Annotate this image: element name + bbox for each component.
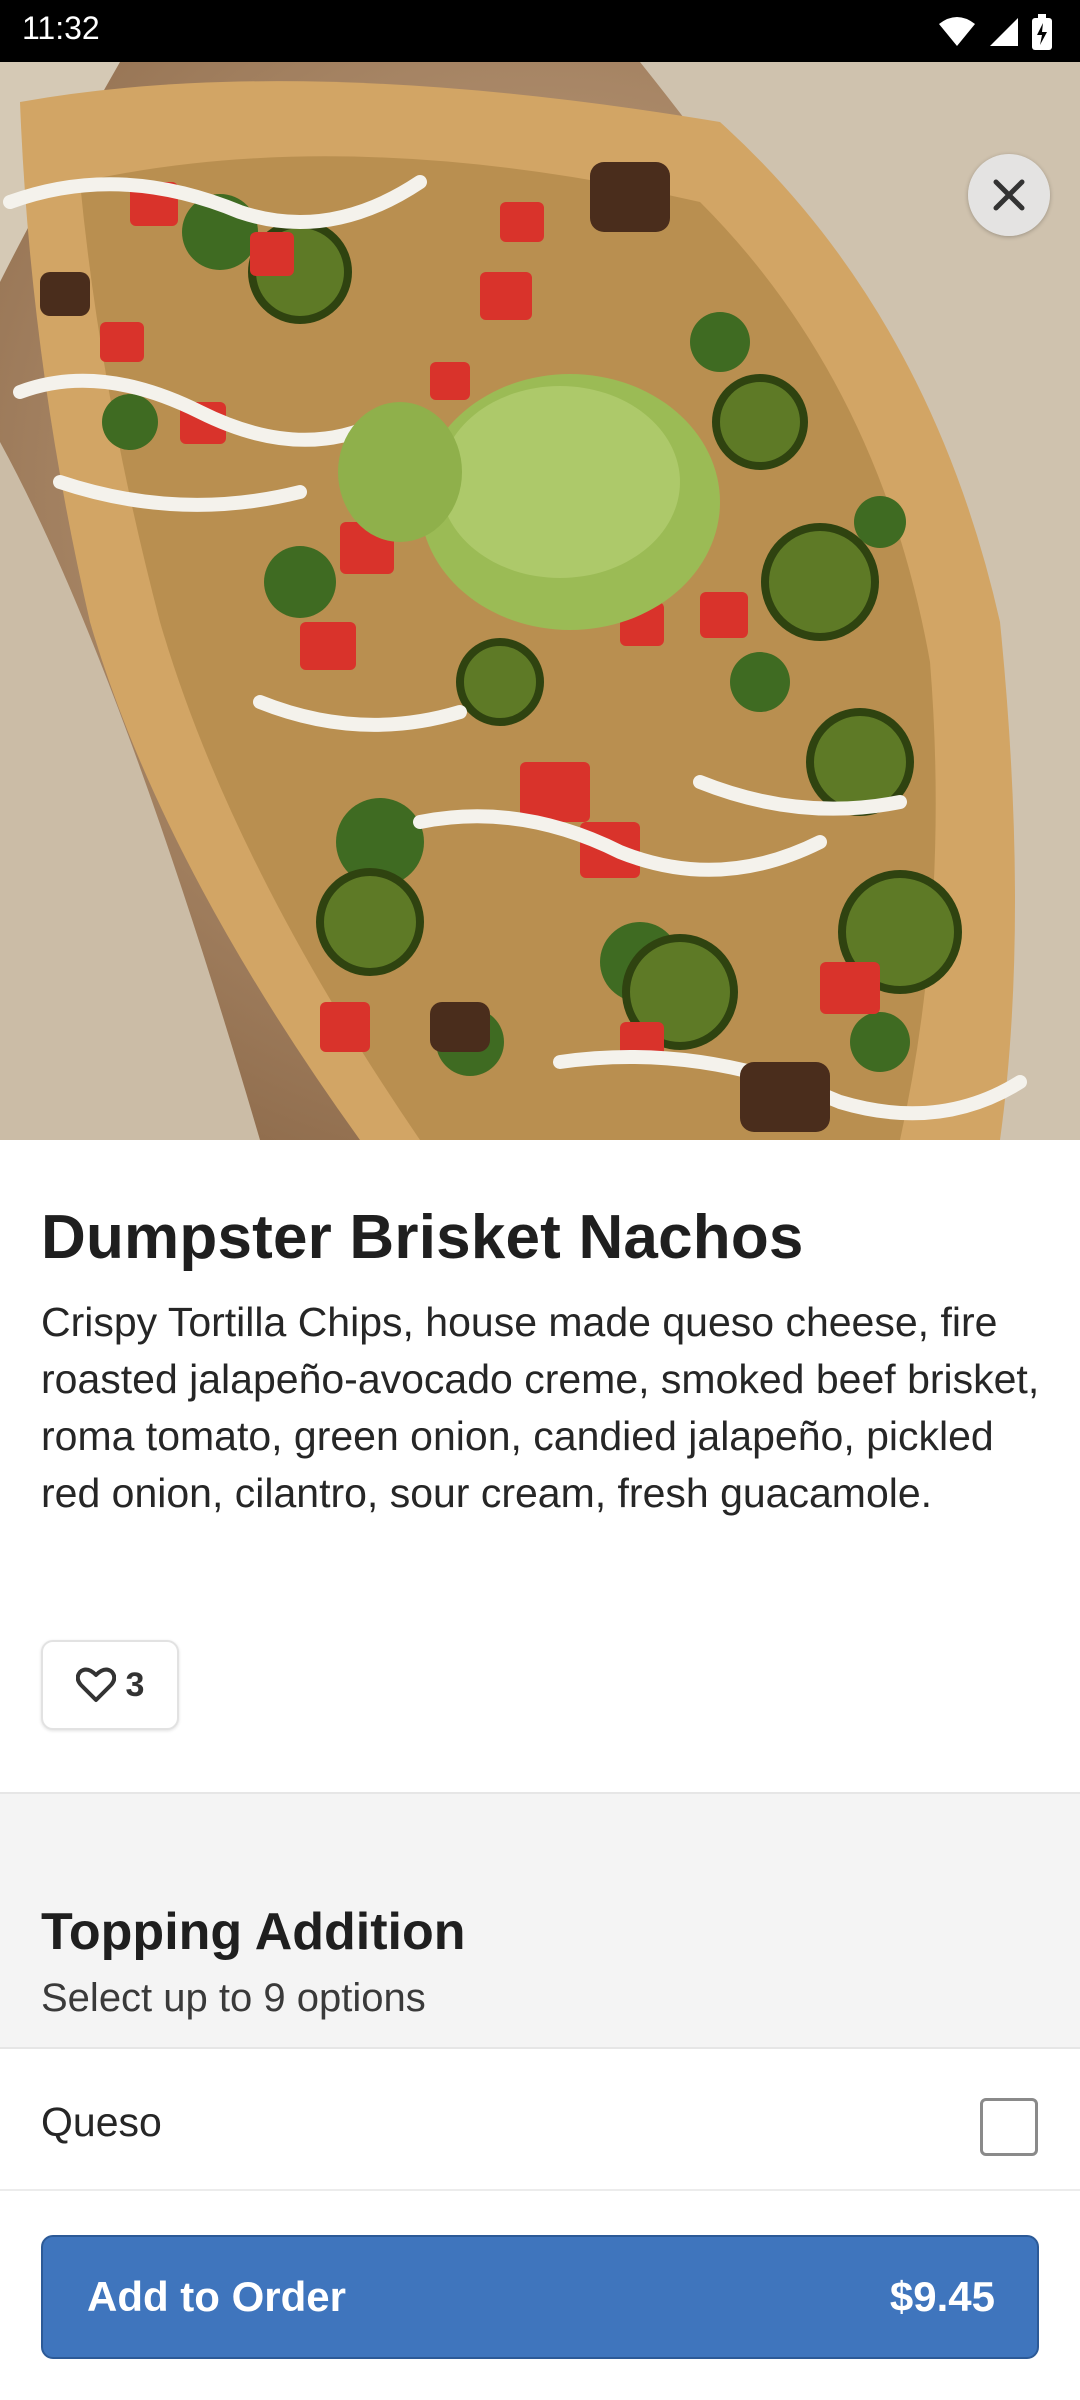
section-subtitle: Select up to 9 options (41, 1976, 426, 2020)
option-checkbox[interactable] (980, 2098, 1038, 2156)
item-title: Dumpster Brisket Nachos (41, 1203, 804, 1272)
status-time: 11:32 (22, 10, 100, 46)
add-to-order-label: Add to Order (87, 2273, 346, 2320)
section-title: Topping Addition (41, 1903, 466, 1961)
close-button[interactable] (968, 154, 1050, 236)
nachos-photo (0, 62, 1080, 1140)
option-label: Queso (41, 2099, 162, 2145)
signal-icon (990, 18, 1018, 46)
close-icon (993, 179, 1025, 211)
like-count: 3 (125, 1665, 145, 1704)
battery-charging-icon (1032, 14, 1052, 50)
topping-section-header: Topping Addition Select up to 9 options (0, 1792, 1080, 2049)
item-description: Crispy Tortilla Chips, house made queso … (41, 1299, 1040, 1516)
like-button[interactable]: 3 (41, 1640, 179, 1730)
item-details: Dumpster Brisket Nachos Crispy Tortilla … (0, 1140, 1080, 1792)
order-price: $9.45 (889, 2273, 995, 2320)
status-bar: 11:32 (0, 0, 1080, 62)
heart-icon (75, 1667, 116, 1702)
option-row-queso[interactable]: Queso (0, 2049, 1080, 2189)
order-footer: Add to Order $9.45 (0, 2189, 1080, 2400)
status-icons (938, 12, 1052, 52)
add-to-order-button[interactable]: Add to Order $9.45 (41, 2235, 1039, 2359)
wifi-icon (939, 17, 975, 46)
item-photo (0, 62, 1080, 1140)
